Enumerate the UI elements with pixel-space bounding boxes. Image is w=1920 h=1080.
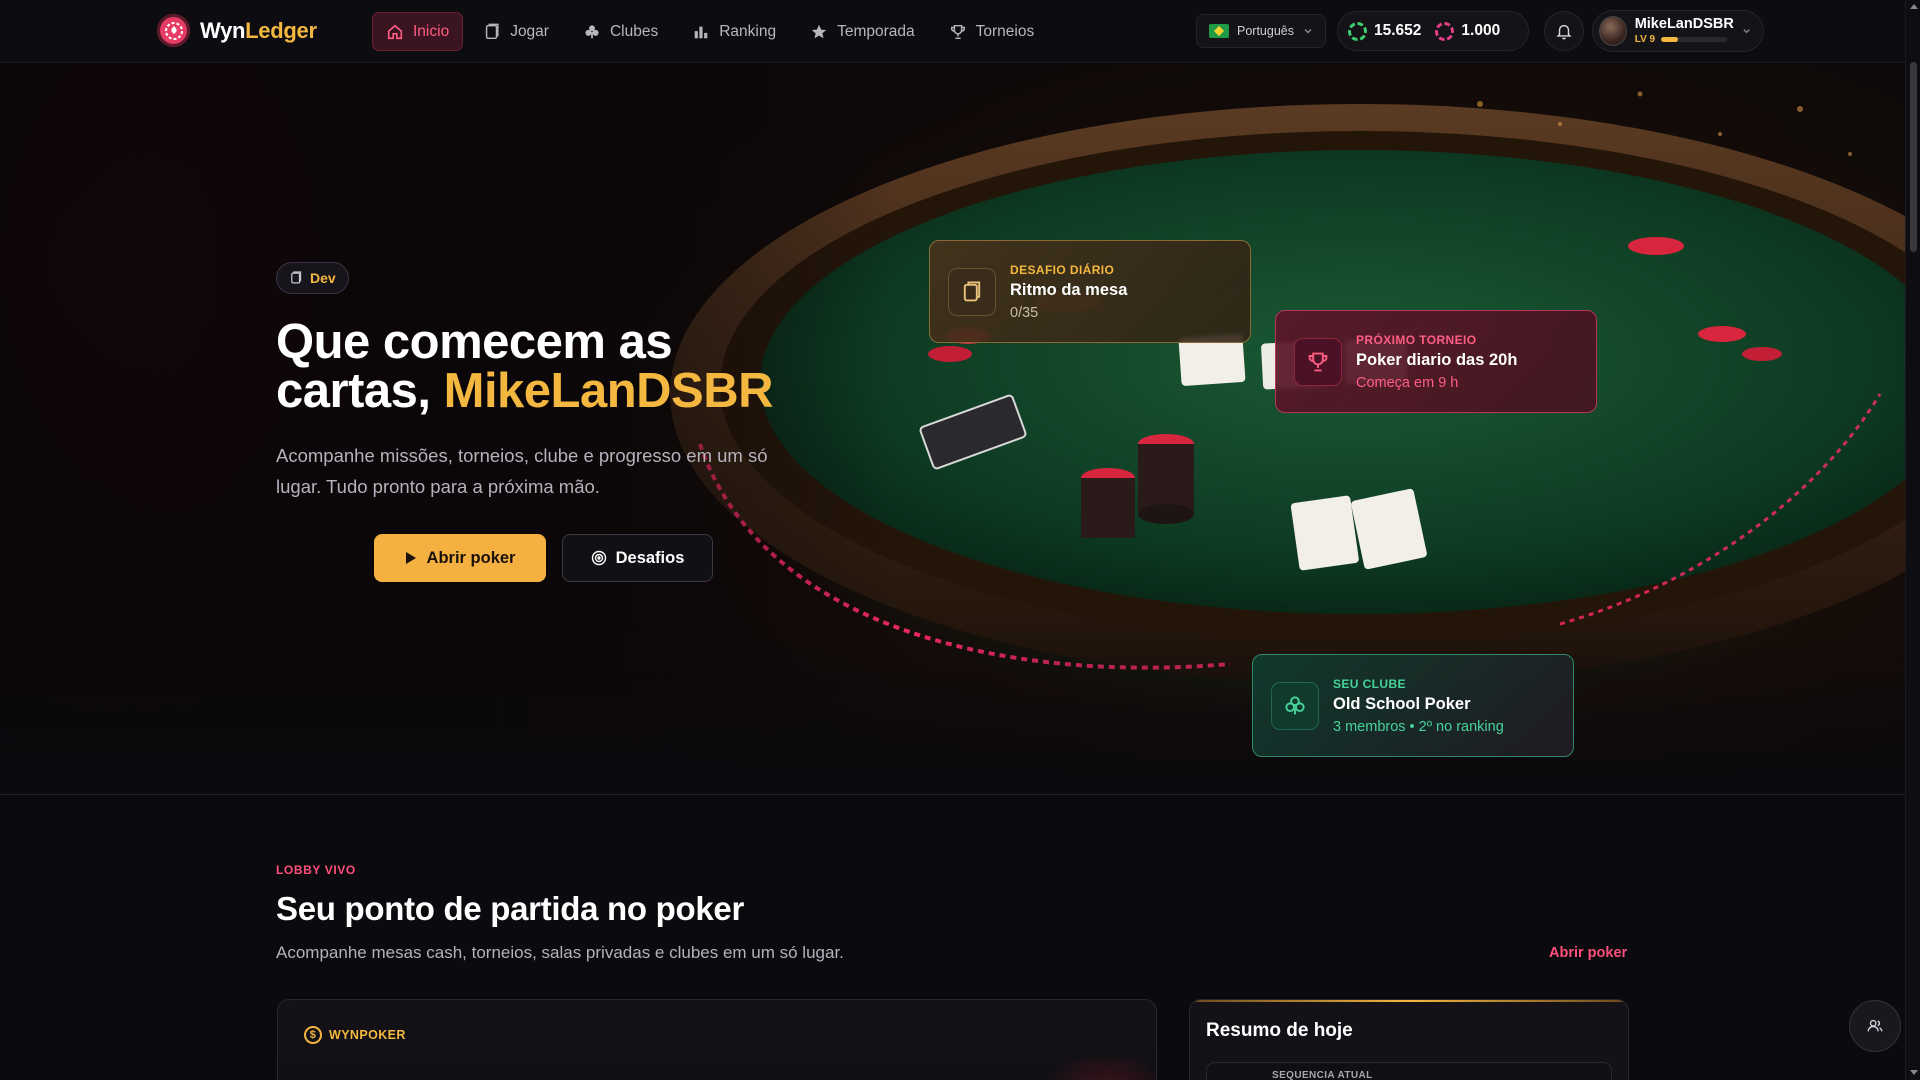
- nav-label: Clubes: [609, 22, 659, 40]
- level-progress-fill: [1661, 37, 1678, 42]
- hero-subtitle: Acompanhe missões, torneios, clube e pro…: [276, 445, 768, 497]
- chips-value: 15.652: [1374, 22, 1422, 39]
- top-navbar: WynLedger Inicio Jogar Clubes Ranking Te…: [0, 0, 1905, 63]
- level-indicator: LV 9: [1635, 34, 1734, 45]
- play-icon: [405, 552, 416, 564]
- chevron-down-icon: [1304, 29, 1312, 34]
- users-icon: [1867, 1019, 1883, 1032]
- wallet-balances[interactable]: 15.652 1.000: [1337, 11, 1529, 51]
- nav-item-ranking[interactable]: Ranking: [678, 12, 790, 51]
- daily-challenge-card[interactable]: DESAFIO DIÁRIO Ritmo da mesa 0/35: [929, 240, 1251, 343]
- today-summary-panel: Resumo de hoje SEQUENCIA ATUAL: [1189, 999, 1629, 1080]
- section-kicker: LOBBY VIVO: [276, 863, 356, 877]
- hero-bottom-fade: [0, 634, 1905, 794]
- nav-item-torneios[interactable]: Torneios: [935, 12, 1049, 51]
- card-title: Poker diario das 20h: [1356, 350, 1518, 369]
- target-icon: [591, 550, 606, 566]
- nav-label: Ranking: [719, 22, 777, 40]
- username: MikeLanDSBR: [1634, 16, 1734, 32]
- brand-name: WynLedger: [200, 17, 317, 43]
- card-progress: 0/35: [1010, 304, 1039, 321]
- nav-item-jogar[interactable]: Jogar: [469, 12, 563, 51]
- current-streak-box: SEQUENCIA ATUAL: [1206, 1062, 1612, 1080]
- level-progress-bar: [1661, 37, 1728, 42]
- badge-label: Dev: [310, 270, 336, 286]
- card-subtitle: 3 membros • 2º no ranking: [1333, 718, 1504, 735]
- hero-username: MikeLanDSBR: [443, 364, 774, 418]
- star-icon: [811, 24, 827, 38]
- trophy-icon: [950, 24, 965, 39]
- poker-chip-logo-icon: [157, 14, 190, 47]
- language-select[interactable]: Português: [1196, 14, 1326, 48]
- gems-balance: 1.000: [1435, 21, 1501, 41]
- cards-icon: [291, 271, 302, 284]
- club-icon: [585, 24, 599, 38]
- nav-label: Temporada: [837, 22, 915, 40]
- button-label: Desafios: [615, 548, 685, 567]
- nav-label: Jogar: [510, 22, 549, 40]
- avatar: [1599, 16, 1627, 46]
- wynpoker-label: $ WYNPOKER: [304, 1026, 406, 1044]
- language-value: Português: [1237, 24, 1294, 38]
- card-kicker: SEU CLUBE: [1333, 676, 1406, 691]
- card-title: Old School Poker: [1333, 694, 1471, 713]
- hero-section: Dev Que comecem as cartas, MikeLanDSBR A…: [0, 64, 1905, 795]
- user-menu[interactable]: MikeLanDSBR LV 9: [1592, 10, 1764, 52]
- green-chip-icon: [1348, 21, 1367, 41]
- friends-button[interactable]: [1849, 1000, 1901, 1052]
- nav-item-clubes[interactable]: Clubes: [569, 12, 672, 51]
- panel-title: Resumo de hoje: [1206, 1020, 1353, 1041]
- card-kicker: DESAFIO DIÁRIO: [1010, 262, 1115, 277]
- dollar-coin-icon: $: [304, 1026, 322, 1044]
- cards-icon: [486, 23, 499, 39]
- section-subtitle: Acompanhe mesas cash, torneios, salas pr…: [276, 943, 844, 962]
- wynpoker-panel[interactable]: $ WYNPOKER: [277, 999, 1157, 1080]
- card-title: Ritmo da mesa: [1010, 280, 1128, 299]
- bar-chart-icon: [694, 26, 708, 38]
- streak-label: SEQUENCIA ATUAL: [1272, 1070, 1373, 1080]
- level-label: LV 9: [1634, 34, 1656, 45]
- bell-icon: [1556, 24, 1572, 40]
- club-icon: [1271, 681, 1319, 730]
- nav-label: Inicio: [413, 22, 450, 40]
- panel-label: WYNPOKER: [329, 1028, 406, 1042]
- vertical-scrollbar[interactable]: [1905, 0, 1920, 1080]
- page: WynLedger Inicio Jogar Clubes Ranking Te…: [0, 0, 1920, 1080]
- nav-item-temporada[interactable]: Temporada: [796, 12, 929, 51]
- nav-label: Torneios: [975, 22, 1035, 40]
- cards-icon: [948, 267, 996, 316]
- challenges-button[interactable]: Desafios: [562, 534, 713, 582]
- card-subtitle: Começa em 9 h: [1356, 374, 1459, 391]
- open-poker-button[interactable]: Abrir poker: [374, 534, 546, 582]
- scroll-up-arrow-icon[interactable]: [1910, 4, 1918, 9]
- dev-badge: Dev: [276, 262, 349, 294]
- my-club-card[interactable]: SEU CLUBE Old School Poker 3 membros • 2…: [1252, 654, 1574, 757]
- scroll-down-arrow-icon[interactable]: [1910, 1070, 1918, 1075]
- chips-balance: 15.652: [1348, 21, 1422, 41]
- trophy-icon: [1294, 337, 1342, 386]
- home-icon: [387, 24, 403, 39]
- gems-value: 1.000: [1461, 22, 1501, 39]
- brazil-flag-icon: [1209, 24, 1229, 38]
- hero-title: Que comecem as cartas, MikeLanDSBR: [276, 315, 774, 418]
- main-nav: Inicio Jogar Clubes Ranking Temporada To…: [372, 12, 1048, 51]
- next-tournament-card[interactable]: PRÓXIMO TORNEIO Poker diario das 20h Com…: [1275, 310, 1597, 413]
- brand-logo-link[interactable]: WynLedger: [157, 14, 317, 47]
- section-title: Seu ponto de partida no poker: [276, 890, 744, 927]
- nav-item-inicio[interactable]: Inicio: [372, 12, 464, 51]
- open-poker-link[interactable]: Abrir poker: [1549, 945, 1627, 961]
- button-label: Abrir poker: [426, 548, 516, 567]
- card-kicker: PRÓXIMO TORNEIO: [1356, 332, 1477, 347]
- notifications-button[interactable]: [1544, 11, 1584, 51]
- scroll-thumb[interactable]: [1910, 62, 1917, 252]
- chevron-down-icon: [1743, 29, 1750, 34]
- pink-chip-icon: [1435, 21, 1455, 41]
